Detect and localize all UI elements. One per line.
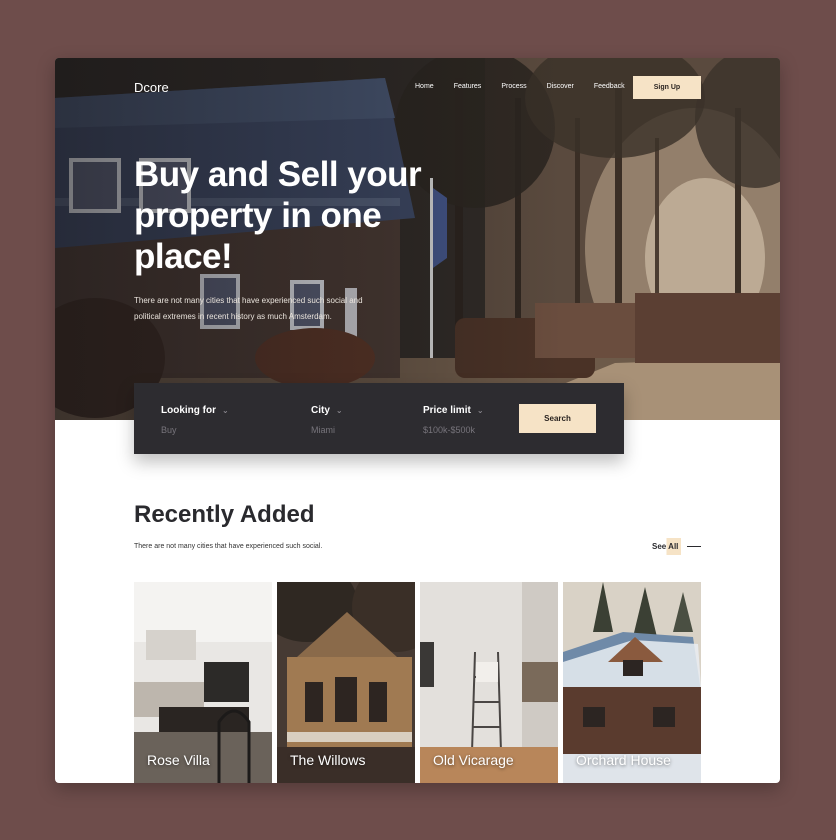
city-label: City [311, 405, 330, 416]
page-frame: Dcore Home Features Process Discover Fee… [55, 58, 780, 783]
nav-item-feedback[interactable]: Feedback [594, 83, 625, 90]
property-card-list: Rose Villa The Willows Old Vicarage Orch… [134, 582, 701, 783]
hero-section: Dcore Home Features Process Discover Fee… [55, 58, 780, 420]
property-card[interactable]: Old Vicarage [420, 582, 558, 783]
price-limit-dropdown[interactable]: Price limit ⌄ $100k-$500k [423, 405, 484, 435]
recently-added-title: Recently Added [134, 501, 315, 528]
property-card[interactable]: Rose Villa [134, 582, 272, 783]
hero-headline: Buy and Sell your property in one place! [134, 155, 422, 276]
nav-item-home[interactable]: Home [415, 83, 434, 90]
brand-logo[interactable]: Dcore [134, 80, 169, 95]
property-search-bar: Looking for ⌄ Buy City ⌄ Miami Price limit… [134, 383, 624, 454]
property-name: Old Vicarage [433, 752, 514, 768]
looking-for-value: Buy [161, 425, 177, 435]
property-name: Orchard House [576, 752, 671, 768]
city-value: Miami [311, 425, 335, 435]
hero-subtitle: There are not many cities that have expe… [134, 296, 363, 321]
price-limit-value: $100k-$500k [423, 425, 476, 435]
recently-added-subtitle: There are not many cities that have expe… [134, 543, 323, 550]
city-dropdown[interactable]: City ⌄ Miami [311, 405, 343, 435]
see-all-label: See All [649, 538, 682, 555]
looking-for-dropdown[interactable]: Looking for ⌄ Buy [161, 405, 229, 435]
see-all-link[interactable]: See All [649, 538, 702, 555]
property-name: Rose Villa [147, 752, 210, 768]
nav-item-discover[interactable]: Discover [547, 83, 574, 90]
search-button[interactable]: Search [519, 404, 596, 433]
property-name: The Willows [290, 752, 366, 768]
main-nav: Home Features Process Discover Feedback [415, 83, 625, 90]
property-card[interactable]: Orchard House [563, 582, 701, 783]
property-card[interactable]: The Willows [277, 582, 415, 783]
arrow-line-icon [687, 546, 702, 547]
chevron-down-icon: ⌄ [222, 406, 229, 415]
looking-for-label: Looking for [161, 405, 216, 416]
nav-item-features[interactable]: Features [454, 83, 482, 90]
nav-item-process[interactable]: Process [501, 83, 526, 90]
price-limit-label: Price limit [423, 405, 471, 416]
chevron-down-icon: ⌄ [476, 406, 484, 415]
chevron-down-icon: ⌄ [335, 406, 343, 415]
signup-button[interactable]: Sign Up [633, 76, 701, 99]
